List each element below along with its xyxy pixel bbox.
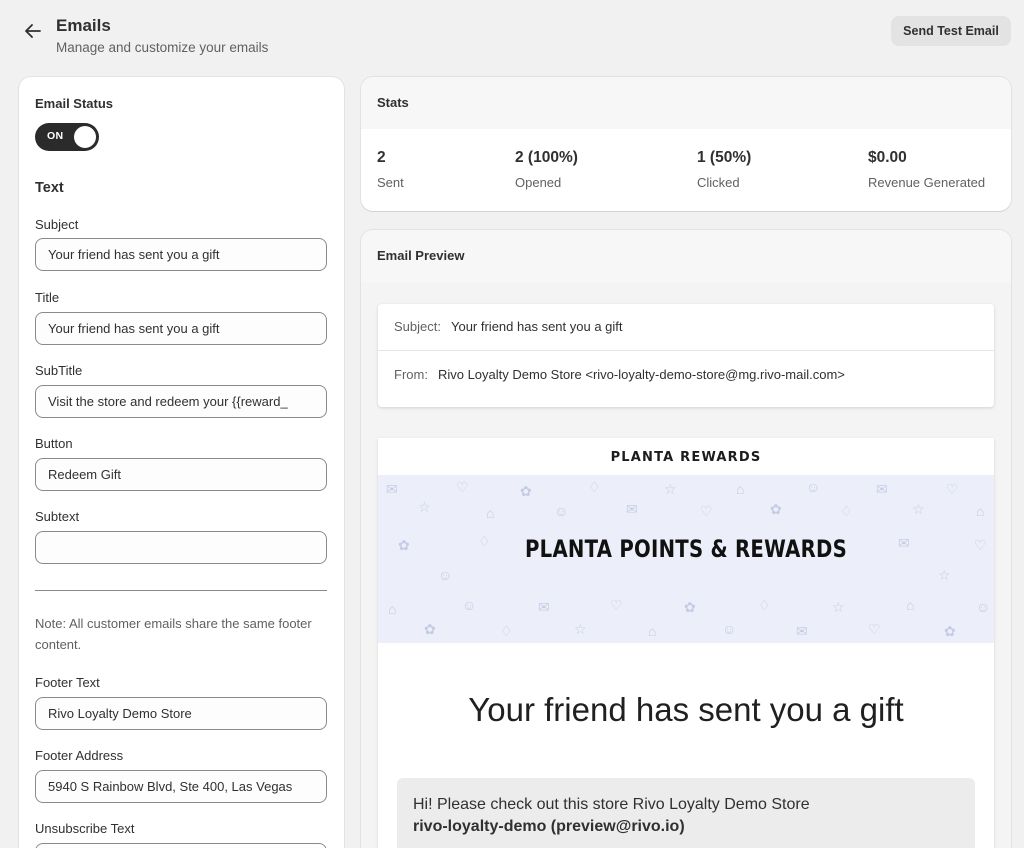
email-message-box: Hi! Please check out this store Rivo Loy… (397, 778, 975, 848)
stat-clicked: 1 (50%) Clicked (697, 149, 751, 190)
stat-label: Clicked (697, 175, 740, 190)
meta-divider (378, 350, 994, 351)
stat-opened: 2 (100%) Opened (515, 149, 578, 190)
email-meta-box: Subject: Your friend has sent you a gift … (378, 304, 994, 407)
stats-card-header: Stats (361, 77, 1011, 129)
meta-subject-value: Your friend has sent you a gift (450, 319, 623, 334)
banner-title: PLANTA POINTS & REWARDS (524, 535, 848, 563)
button-label: Button (35, 436, 73, 451)
preview-card-header: Email Preview (361, 230, 1011, 282)
footer-text-input[interactable] (35, 697, 327, 730)
page-title: Emails (56, 16, 111, 35)
email-status-label: Email Status (35, 96, 114, 111)
subtitle-label: SubTitle (35, 363, 83, 378)
footer-text-label: Footer Text (35, 675, 100, 690)
stat-value: $0.00 (868, 149, 907, 166)
stat-value: 2 (377, 149, 386, 166)
meta-subject-row: Subject: Your friend has sent you a gift (394, 319, 623, 334)
preview-title: Email Preview (377, 248, 465, 263)
stat-sent: 2 Sent (377, 149, 404, 190)
email-heading: Your friend has sent you a gift (468, 691, 904, 728)
subtext-label: Subtext (35, 509, 80, 524)
meta-from-value: Rivo Loyalty Demo Store <rivo-loyalty-de… (437, 367, 845, 382)
brand-name: PLANTA REWARDS (610, 450, 762, 465)
message-line: Hi! Please check out this store Rivo Loy… (413, 796, 810, 813)
email-settings-card: Email Status ON Text Subject Title SubTi… (19, 77, 344, 848)
meta-from-row: From: Rivo Loyalty Demo Store <rivo-loyal… (394, 367, 845, 382)
page-header: Emails Manage and customize your emails … (0, 0, 1024, 70)
subtitle-input[interactable] (35, 385, 327, 418)
stat-revenue: $0.00 Revenue Generated (868, 149, 985, 190)
subtext-input[interactable] (35, 531, 327, 564)
page-subtitle: Manage and customize your emails (56, 40, 269, 55)
text-section-title: Text (35, 180, 64, 196)
title-input[interactable] (35, 312, 327, 345)
stat-label: Revenue Generated (868, 175, 986, 190)
subject-label: Subject (35, 217, 79, 232)
send-test-email-button[interactable]: Send Test Email (891, 16, 1011, 46)
message-sender: rivo-loyalty-demo (preview@rivo.io) (413, 818, 685, 835)
button-text-input[interactable] (35, 458, 327, 491)
stat-label: Sent (377, 175, 404, 190)
stat-value: 1 (50%) (697, 149, 752, 166)
email-preview-card: Email Preview Subject: Your friend has se… (361, 230, 1011, 848)
email-body: PLANTA REWARDS ✉ ☆ ♡ ⌂ ✿ ☺ ♢ ✉ ☆ ♡ ⌂ ✿ ☺ ♢ ✉ ☆ ♡ ⌂ ✿ ☺ ♢ ✉ ☆… (378, 438, 994, 848)
footer-address-input[interactable] (35, 770, 327, 803)
footer-note: Note: All customer emails share the same… (35, 616, 312, 652)
footer-address-label: Footer Address (35, 748, 124, 763)
stats-title: Stats (377, 95, 409, 110)
stat-label: Opened (515, 175, 562, 190)
meta-from-key: From: (394, 367, 428, 382)
toggle-label: ON (47, 130, 64, 142)
stats-card: Stats 2 Sent 2 (100%) Opened 1 (50%) Cli… (361, 77, 1011, 211)
section-divider (35, 590, 327, 591)
meta-subject-key: Subject: (394, 319, 441, 334)
toggle-knob (74, 126, 96, 148)
title-label: Title (35, 290, 60, 305)
subject-input[interactable] (35, 238, 327, 271)
email-banner: ✉ ☆ ♡ ⌂ ✿ ☺ ♢ ✉ ☆ ♡ ⌂ ✿ ☺ ♢ ✉ ☆ ♡ ⌂ ✿ ☺ ♢ ✉ ☆ ♡ ⌂ ✿ ☺ ♢ ✉ ☆ ♡ ⌂ ✿ ☺ ♢ ✉… (378, 475, 994, 643)
email-status-toggle[interactable]: ON (35, 123, 99, 151)
arrow-left-icon[interactable] (20, 18, 46, 44)
unsubscribe-text-input[interactable] (35, 843, 327, 848)
unsubscribe-text-label: Unsubscribe Text (35, 821, 135, 836)
stat-value: 2 (100%) (515, 149, 578, 166)
